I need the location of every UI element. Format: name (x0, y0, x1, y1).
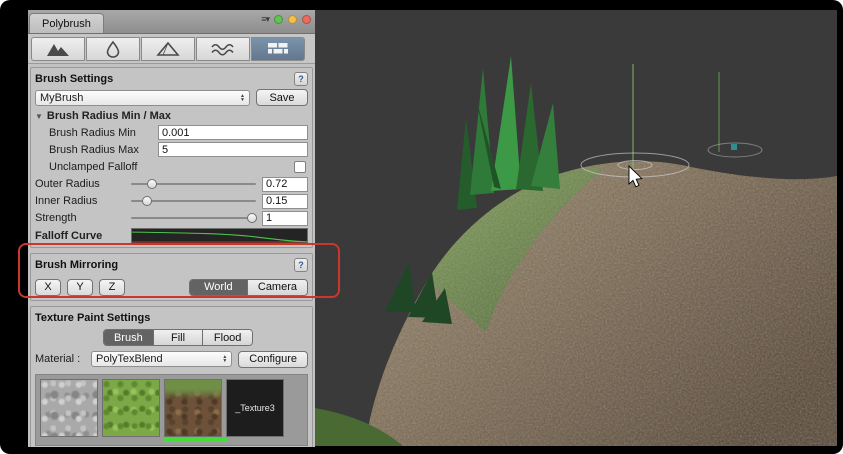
texture-swatch-grass[interactable] (102, 379, 160, 437)
inner-radius-field[interactable] (262, 194, 308, 209)
mode-brush-button[interactable]: Brush (104, 330, 154, 345)
mode-toolbar (28, 34, 315, 64)
strength-slider[interactable] (131, 211, 256, 225)
paint-color-tool-button[interactable] (141, 37, 195, 61)
close-button[interactable] (302, 15, 311, 24)
wave-icon (210, 40, 236, 58)
window-menu-icon[interactable]: ≡▾ (261, 14, 269, 25)
slider-handle[interactable] (142, 196, 152, 206)
slider-handle[interactable] (247, 213, 257, 223)
outer-radius-row: Outer Radius (35, 177, 308, 191)
slider-track (131, 217, 256, 219)
scatter-tool-button[interactable] (196, 37, 250, 61)
window-title: Polybrush (42, 18, 91, 30)
texture-palette: _Texture3 (35, 374, 308, 446)
polybrush-panel: Polybrush ≡▾ (28, 10, 315, 447)
mirror-space-world-button[interactable]: World (190, 280, 248, 295)
texture-swatch-texture3[interactable]: _Texture3 (226, 379, 284, 437)
brush-preset-dropdown[interactable]: MyBrush ▲▼ (35, 90, 250, 106)
material-dropdown[interactable]: PolyTexBlend ▲▼ (91, 351, 232, 367)
mirror-y-button[interactable]: Y (67, 279, 93, 296)
save-button[interactable]: Save (256, 89, 308, 106)
inner-radius-slider[interactable] (131, 194, 256, 208)
brush-settings-title: Brush Settings (35, 73, 113, 85)
mountain-icon (45, 40, 71, 58)
smooth-tool-button[interactable] (86, 37, 140, 61)
help-icon[interactable]: ? (294, 258, 308, 272)
mirror-z-button[interactable]: Z (99, 279, 125, 296)
foldout-arrow-icon: ▼ (35, 112, 43, 121)
minimize-button[interactable] (274, 15, 283, 24)
material-value: PolyTexBlend (96, 353, 218, 365)
falloff-curve-field[interactable] (131, 228, 308, 244)
mirroring-controls: X Y Z World Camera (35, 277, 308, 297)
outer-radius-field[interactable] (262, 177, 308, 192)
brush-radius-min-field[interactable] (158, 125, 308, 140)
paint-texture-tool-button[interactable] (251, 37, 305, 61)
texture-blend-progress (163, 438, 227, 442)
unclamped-falloff-label: Unclamped Falloff (35, 161, 294, 173)
polybrush-tab[interactable]: Polybrush (29, 13, 104, 33)
unclamped-falloff-checkbox[interactable] (294, 161, 306, 173)
mode-flood-button[interactable]: Flood (203, 330, 252, 345)
brush-mirroring-section: Brush Mirroring ? X Y Z World Camera (30, 253, 313, 301)
brush-preset-value: MyBrush (40, 92, 236, 104)
maximize-button[interactable] (288, 15, 297, 24)
brush-radius-max-field[interactable] (158, 142, 308, 157)
help-icon[interactable]: ? (294, 72, 308, 86)
mode-fill-button[interactable]: Fill (154, 330, 204, 345)
scatter-marker (731, 144, 737, 150)
brush-mirroring-title: Brush Mirroring (35, 259, 118, 271)
chevron-up-down-icon: ▲▼ (222, 355, 227, 363)
strength-label: Strength (35, 212, 131, 224)
outer-radius-slider[interactable] (131, 177, 256, 191)
texture-swatch-dirt[interactable] (164, 379, 222, 437)
material-row: Material : PolyTexBlend ▲▼ Configure (35, 349, 308, 369)
panel-body: Brush Settings ? MyBrush ▲▼ Save ▼ Brush… (28, 64, 315, 447)
outer-radius-label: Outer Radius (35, 178, 131, 190)
bricks-icon (265, 40, 291, 58)
brush-radius-min-label: Brush Radius Min (35, 127, 158, 139)
window-controls: ≡▾ (261, 14, 311, 25)
mirror-space-camera-button[interactable]: Camera (248, 280, 307, 295)
grass-blades (457, 56, 560, 210)
texture-paint-section: Texture Paint Settings Brush Fill Flood … (30, 306, 313, 447)
brush-radius-max-row: Brush Radius Max (35, 142, 308, 157)
strength-field[interactable] (262, 211, 308, 226)
mirror-space-segmented: World Camera (189, 279, 308, 296)
slider-handle[interactable] (147, 179, 157, 189)
window-titlebar: Polybrush ≡▾ (28, 10, 315, 34)
falloff-curve-label: Falloff Curve (35, 230, 131, 242)
app-frame: Polybrush ≡▾ (0, 0, 843, 454)
triangle-icon (155, 40, 181, 58)
droplet-icon (100, 40, 126, 58)
falloff-curve-row: Falloff Curve (35, 228, 308, 244)
unclamped-falloff-row: Unclamped Falloff (35, 160, 308, 174)
texture3-label: _Texture3 (235, 403, 275, 413)
texture-paint-title: Texture Paint Settings (35, 312, 150, 324)
chevron-up-down-icon: ▲▼ (240, 94, 245, 102)
strength-row: Strength (35, 211, 308, 225)
configure-button[interactable]: Configure (238, 351, 308, 368)
brush-radius-max-label: Brush Radius Max (35, 144, 158, 156)
mirror-x-button[interactable]: X (35, 279, 61, 296)
brush-radius-foldout[interactable]: ▼ Brush Radius Min / Max (35, 109, 308, 123)
texture-swatch-rock[interactable] (40, 379, 98, 437)
brush-radius-foldout-label: Brush Radius Min / Max (47, 110, 171, 122)
paint-mode-segmented: Brush Fill Flood (103, 329, 253, 346)
inner-radius-row: Inner Radius (35, 194, 308, 208)
scene-view[interactable] (315, 10, 837, 446)
material-label: Material : (35, 353, 91, 365)
brush-settings-section: Brush Settings ? MyBrush ▲▼ Save ▼ Brush… (30, 67, 313, 248)
inner-radius-label: Inner Radius (35, 195, 131, 207)
sculpt-tool-button[interactable] (31, 37, 85, 61)
brush-radius-min-row: Brush Radius Min (35, 125, 308, 140)
